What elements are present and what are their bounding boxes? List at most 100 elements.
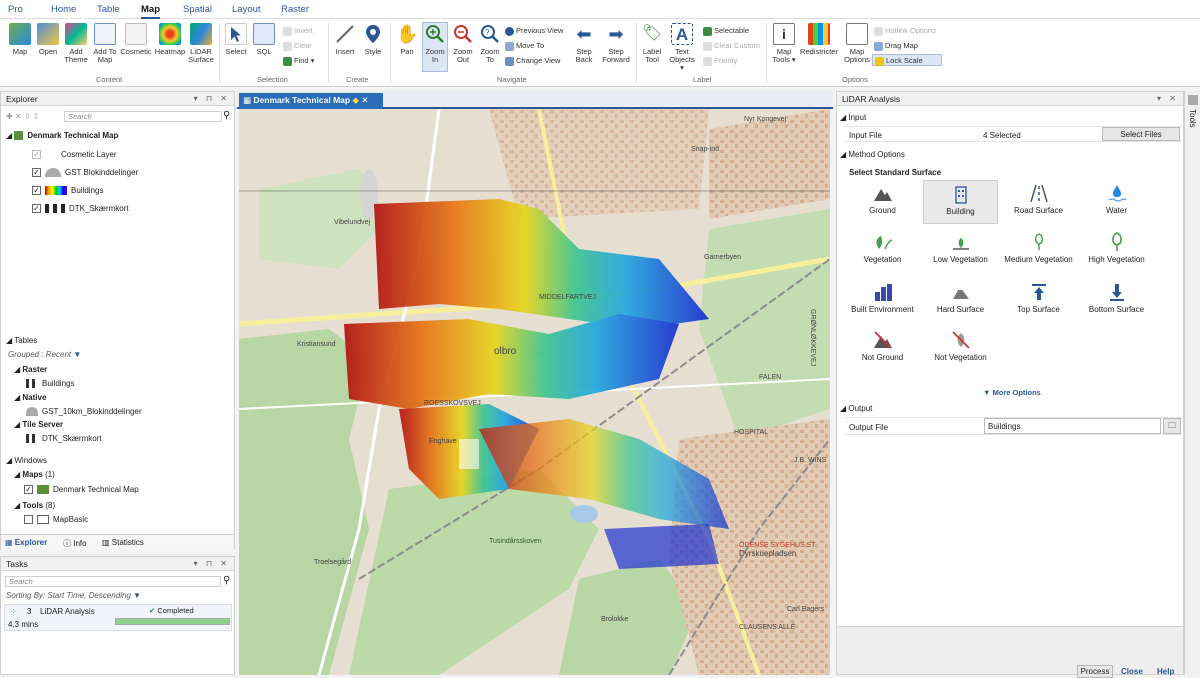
explorer-search-input[interactable]: Search <box>64 111 222 122</box>
zoom-to-button[interactable]: ? Zoom To <box>477 23 503 64</box>
surface-top[interactable]: Top Surface <box>1001 282 1076 315</box>
hotlink-options-button[interactable]: Hotlink Options <box>874 25 936 37</box>
move-to-button[interactable]: Move To <box>505 40 544 52</box>
insert-button[interactable]: Insert <box>333 23 357 56</box>
label-tool-button[interactable]: 🏷 Label Tool <box>640 23 664 64</box>
side-tab-tools[interactable]: Tools <box>1188 109 1197 128</box>
step-forward-button[interactable]: ➡ Step Forward <box>602 23 630 64</box>
text-icon: A <box>671 23 693 45</box>
zoom-in-button[interactable]: Zoom In <box>422 22 448 72</box>
surface-ground[interactable]: Ground <box>845 180 920 224</box>
priority-button[interactable]: Priority <box>703 55 737 67</box>
search-icon[interactable]: ⚲ <box>223 575 230 586</box>
table-dtk[interactable]: DTK_Skærmkort <box>26 434 102 444</box>
tab-pro[interactable]: Pro <box>8 4 23 15</box>
tab-layout[interactable]: Layout <box>232 4 261 15</box>
explorer-toolbar[interactable]: ✚ ✕ ⇧ ⇩ <box>6 112 39 121</box>
surface-water[interactable]: Water <box>1079 180 1154 224</box>
group-label-label: Label <box>693 75 712 84</box>
group-native[interactable]: ◢ Native <box>14 393 46 402</box>
map-label: HOSPITAL <box>734 429 768 436</box>
input-section-header[interactable]: ◢ Input <box>840 113 866 122</box>
tab-info[interactable]: ⓘ Info <box>63 538 87 549</box>
select-files-button[interactable]: Select Files <box>1102 127 1180 141</box>
not-ground-icon <box>873 330 893 350</box>
tables-header[interactable]: ◢ Tables <box>6 336 37 345</box>
tab-spatial[interactable]: Spatial <box>183 4 212 15</box>
tab-table[interactable]: Table <box>97 4 120 15</box>
tab-raster[interactable]: Raster <box>281 4 309 15</box>
map-button[interactable]: Map <box>7 23 33 56</box>
tab-map[interactable]: Map <box>141 4 160 19</box>
text-objects-button[interactable]: A Text Objects ▾ <box>667 23 697 72</box>
select-button[interactable]: Select <box>224 23 248 56</box>
more-options-link[interactable]: ▼ More Options <box>983 388 1041 397</box>
window-map-item[interactable]: ✓ Denmark Technical Map <box>24 485 139 495</box>
map-canvas[interactable]: Snap-ind Vibelundvej Garnerbyen Kristian… <box>239 109 830 675</box>
surface-building[interactable]: Building <box>923 180 998 224</box>
maps-group[interactable]: ◢ Maps (1) <box>14 470 55 479</box>
group-raster[interactable]: ◢ Raster <box>14 365 47 374</box>
surface-hard[interactable]: Hard Surface <box>923 282 998 315</box>
surface-low-vegetation[interactable]: Low Vegetation <box>923 232 998 265</box>
heatmap-icon <box>159 23 181 45</box>
add-theme-button[interactable]: Add Theme <box>62 23 90 64</box>
surface-not-ground[interactable]: Not Ground <box>845 330 920 363</box>
layer-buildings[interactable]: ✓ Buildings <box>32 186 103 196</box>
change-view-button[interactable]: Change View <box>505 55 560 67</box>
search-icon[interactable]: ⚲ <box>223 110 230 121</box>
tools-group[interactable]: ◢ Tools (8) <box>14 501 55 510</box>
group-tile-server[interactable]: ◢ Tile Server <box>14 420 63 429</box>
tab-home[interactable]: Home <box>51 4 76 15</box>
surface-not-vegetation[interactable]: Not Vegetation <box>923 330 998 363</box>
surface-medium-vegetation[interactable]: Medium Vegetation <box>1001 232 1076 265</box>
tab-explorer[interactable]: ▦ Explorer <box>5 538 47 547</box>
method-section-header[interactable]: ◢ Method Options <box>840 150 905 159</box>
invert-button[interactable]: Invert <box>283 25 313 37</box>
surface-bottom[interactable]: Bottom Surface <box>1079 282 1154 315</box>
surface-vegetation[interactable]: Vegetation <box>845 232 920 265</box>
task-row[interactable]: ⁘ 3 LiDAR Analysis 4,3 mins ✔ Completed <box>4 604 232 631</box>
layer-gst-blokinddelinger[interactable]: ✓ GST Blokinddelinger <box>32 168 138 178</box>
sorting-selector[interactable]: Sorting By: Start Time, Descending ▼ <box>6 591 141 600</box>
previous-view-button[interactable]: Previous View <box>505 25 563 37</box>
open-button[interactable]: Open <box>35 23 61 56</box>
sql-button[interactable]: SQL <box>252 23 276 56</box>
find-button[interactable]: Find ▾ <box>283 55 314 67</box>
tools-icon[interactable] <box>1188 95 1198 105</box>
layer-dtk-skaermkort[interactable]: ✓ DTK_Skærmkort <box>32 204 129 214</box>
surface-road[interactable]: Road Surface <box>1001 180 1076 224</box>
lidar-surface-button[interactable]: LiDAR Surface <box>186 23 216 64</box>
clear-button[interactable]: Clear <box>283 40 312 52</box>
map-tree-root[interactable]: ◢ Denmark Technical Map <box>6 131 118 141</box>
style-button[interactable]: Style <box>361 23 385 56</box>
process-button[interactable]: Process <box>1077 665 1113 678</box>
heatmap-button[interactable]: Heatmap <box>153 23 187 56</box>
tab-statistics[interactable]: ▥ Statistics <box>102 538 144 547</box>
tool-mapbasic[interactable]: MapBasic <box>24 515 88 525</box>
output-section-header[interactable]: ◢ Output <box>840 404 872 413</box>
output-file-input[interactable]: Buildings <box>984 418 1161 434</box>
drag-map-button[interactable]: Drag Map <box>874 40 918 52</box>
surface-built-environment[interactable]: Built Environment <box>845 282 920 315</box>
surface-high-vegetation[interactable]: High Vegetation <box>1079 232 1154 265</box>
add-to-map-button[interactable]: Add To Map <box>91 23 119 64</box>
grouped-selector[interactable]: Grouped : Recent ▼ <box>8 350 81 359</box>
windows-header[interactable]: ◢ Windows <box>6 456 47 465</box>
selectable-button[interactable]: Selectable <box>703 25 749 37</box>
table-buildings[interactable]: Buildings <box>26 379 74 389</box>
zoom-out-button[interactable]: Zoom Out <box>450 23 476 64</box>
layer-cosmetic[interactable]: ✓ Cosmetic Layer <box>32 150 117 160</box>
tasks-search-input[interactable]: Search <box>5 576 221 587</box>
document-tab-map[interactable]: ▦ Denmark Technical Map ◆ ✕ <box>239 93 383 109</box>
cosmetic-button[interactable]: Cosmetic <box>120 23 152 56</box>
step-back-button[interactable]: ⬅ Step Back <box>572 23 596 64</box>
redistricter-button[interactable]: Redistricter <box>799 23 839 56</box>
map-options-button[interactable]: Map Options <box>843 23 871 64</box>
table-gst-10km[interactable]: GST_10km_Blokinddelinger <box>26 407 142 417</box>
clear-custom-button[interactable]: Clear Custom <box>703 40 760 52</box>
browse-folder-button[interactable]: 🗀 <box>1163 418 1181 434</box>
lock-scale-button[interactable]: Lock Scale <box>872 54 942 66</box>
map-tools-button[interactable]: i Map Tools ▾ <box>771 23 797 64</box>
pan-button[interactable]: ✋ Pan <box>395 23 419 56</box>
